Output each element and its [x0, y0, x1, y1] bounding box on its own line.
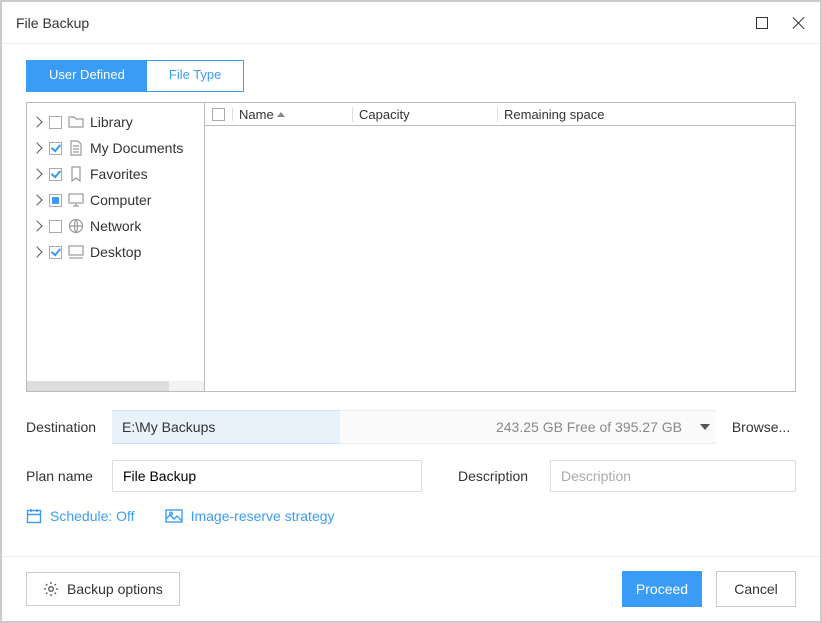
chevron-right-icon[interactable] [31, 116, 42, 127]
chevron-right-icon[interactable] [31, 142, 42, 153]
computer-icon [68, 192, 84, 208]
cancel-button[interactable]: Cancel [716, 571, 796, 607]
description-label: Description [458, 468, 540, 484]
footer: Backup options Proceed Cancel [2, 556, 820, 621]
strategy-label: Image-reserve strategy [191, 508, 335, 524]
checkbox[interactable] [49, 220, 62, 233]
header-name[interactable]: Name [233, 107, 353, 122]
tab-bar: User Defined File Type [26, 60, 796, 92]
schedule-link[interactable]: Schedule: Off [26, 508, 135, 524]
calendar-icon [26, 508, 42, 524]
titlebar: File Backup [2, 2, 820, 44]
tree-item-label: Desktop [90, 244, 141, 260]
backup-options-label: Backup options [67, 581, 163, 597]
checkbox[interactable] [49, 116, 62, 129]
checkbox[interactable] [49, 246, 62, 259]
header-remaining[interactable]: Remaining space [498, 107, 795, 122]
chevron-right-icon[interactable] [31, 194, 42, 205]
tab-file-type[interactable]: File Type [147, 60, 245, 92]
tree-scroll-thumb[interactable] [27, 381, 169, 391]
window-title: File Backup [16, 15, 89, 31]
plan-label: Plan name [26, 468, 102, 484]
tree-item-library[interactable]: Library [27, 109, 204, 135]
tree-item-my-documents[interactable]: My Documents [27, 135, 204, 161]
gear-icon [43, 581, 59, 597]
maximize-icon[interactable] [756, 17, 768, 29]
tree-scrollbar[interactable] [27, 381, 204, 391]
tree-item-label: Library [90, 114, 133, 130]
header-capacity[interactable]: Capacity [353, 107, 498, 122]
destination-row: Destination E:\My Backups 243.25 GB Free… [26, 410, 796, 444]
destination-space: 243.25 GB Free of 395.27 GB [340, 410, 694, 444]
checkbox[interactable] [49, 194, 62, 207]
bookmark-icon [68, 166, 84, 182]
description-input[interactable] [550, 460, 796, 492]
form-area: Destination E:\My Backups 243.25 GB Free… [26, 410, 796, 524]
tree-item-network[interactable]: Network [27, 213, 204, 239]
chevron-down-icon [700, 424, 710, 430]
sort-asc-icon [277, 112, 285, 117]
destination-path[interactable]: E:\My Backups [112, 410, 340, 444]
tree-item-computer[interactable]: Computer [27, 187, 204, 213]
tree-item-favorites[interactable]: Favorites [27, 161, 204, 187]
file-list: Name Capacity Remaining space [205, 103, 795, 391]
destination-dropdown[interactable] [694, 410, 716, 444]
plan-name-input[interactable] [112, 460, 422, 492]
backup-options-button[interactable]: Backup options [26, 572, 180, 606]
image-icon [165, 509, 183, 523]
tree-item-label: My Documents [90, 140, 183, 156]
options-row: Schedule: Off Image-reserve strategy [26, 508, 796, 524]
desktop-icon [68, 244, 84, 260]
checkbox[interactable] [49, 142, 62, 155]
tree-item-desktop[interactable]: Desktop [27, 239, 204, 265]
header-check[interactable] [205, 108, 233, 121]
close-icon[interactable] [792, 16, 806, 30]
tab-user-defined[interactable]: User Defined [26, 60, 147, 92]
tree-item-label: Favorites [90, 166, 148, 182]
browse-button[interactable]: Browse... [726, 413, 796, 441]
destination-selector: E:\My Backups 243.25 GB Free of 395.27 G… [112, 410, 716, 444]
source-tree[interactable]: Library My Documents Favorites [27, 103, 205, 391]
network-icon [68, 218, 84, 234]
folder-icon [68, 114, 84, 130]
window-controls [756, 16, 806, 30]
list-body[interactable] [205, 126, 795, 391]
tree-item-label: Network [90, 218, 141, 234]
list-header: Name Capacity Remaining space [205, 103, 795, 126]
footer-actions: Proceed Cancel [622, 571, 796, 607]
content-area: User Defined File Type Library My Docume… [2, 44, 820, 556]
document-icon [68, 140, 84, 156]
tree-item-label: Computer [90, 192, 151, 208]
destination-label: Destination [26, 419, 102, 435]
chevron-right-icon[interactable] [31, 246, 42, 257]
chevron-right-icon[interactable] [31, 220, 42, 231]
plan-row: Plan name Description [26, 460, 796, 492]
proceed-button[interactable]: Proceed [622, 571, 702, 607]
chevron-right-icon[interactable] [31, 168, 42, 179]
checkbox[interactable] [49, 168, 62, 181]
schedule-label: Schedule: Off [50, 508, 135, 524]
header-name-label: Name [239, 107, 274, 122]
checkbox[interactable] [212, 108, 225, 121]
image-reserve-link[interactable]: Image-reserve strategy [165, 508, 335, 524]
file-browser: Library My Documents Favorites [26, 102, 796, 392]
